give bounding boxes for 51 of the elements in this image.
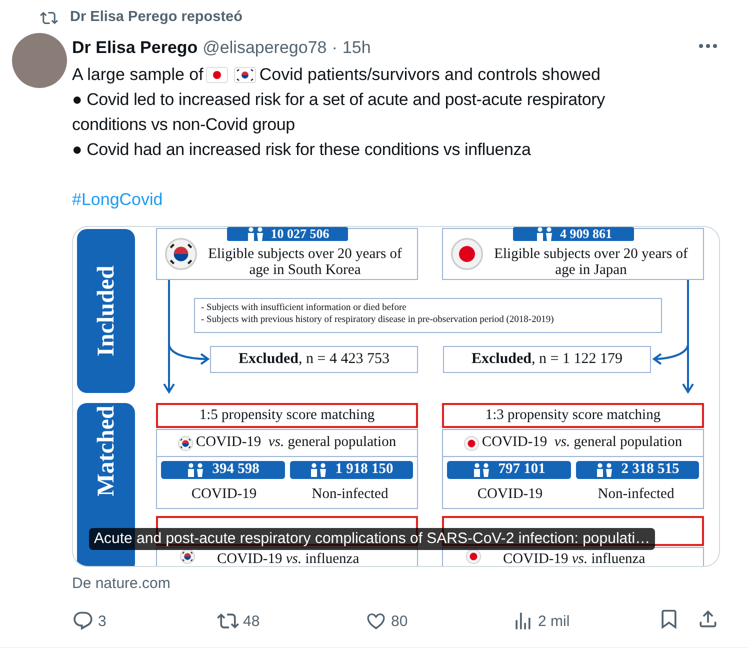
post-time[interactable]: 15h: [342, 35, 371, 60]
repost-button[interactable]: 48: [217, 608, 260, 634]
share-button[interactable]: [697, 608, 719, 630]
link-card-image[interactable]: [72, 226, 720, 567]
link-title: Acute and post-acute respiratory complications of SARS-CoV-2 infection: populati…: [89, 528, 656, 550]
count-text: 4 909 861: [560, 227, 612, 241]
matching-text: 1:3 propensity score matching: [485, 406, 661, 425]
bullet-text: ● Covid led to increased risk for a set of acute and post-acute respiratory conditions vs non-Covid group: [72, 89, 606, 136]
eligible-text: Eligible subjects over 20 years of age in South Korea: [207, 246, 403, 278]
flag-icon: [464, 436, 479, 450]
criteria-text: - Subjects with previous history of respiratory disease in pre-observation period (2018-2019): [201, 314, 555, 326]
comparison-text: COVID-19 vs. general population: [482, 433, 682, 452]
group-label: Non-infected: [596, 485, 676, 504]
criteria-text: - Subjects with insufficient information or died before: [201, 302, 408, 314]
flag-icon: [234, 66, 256, 82]
reply-icon: [72, 610, 94, 632]
count-text: 2 318 515: [621, 460, 680, 480]
author-handle[interactable]: @elisaperego78: [202, 35, 327, 60]
flag-icon: [451, 238, 483, 270]
comparison-text: COVID-19 vs. influenza: [217, 550, 360, 566]
comparison-text: COVID-19 vs. influenza: [503, 550, 646, 566]
matching-text: 1:5 propensity score matching: [199, 406, 375, 425]
flag-icon: [165, 238, 197, 270]
comparison-text: COVID-19 vs. general population: [196, 433, 396, 452]
separator-dot: ·: [332, 37, 338, 59]
repost-label: Dr Elisa Perego reposteó: [70, 8, 242, 27]
views-button[interactable]: 2 mil: [512, 608, 570, 634]
group-label: COVID-19: [190, 485, 258, 504]
count-text: 1 918 150: [335, 460, 394, 480]
like-button[interactable]: 80: [365, 608, 408, 634]
author-name[interactable]: Dr Elisa Perego: [72, 35, 198, 60]
reply-button[interactable]: 3: [72, 608, 106, 634]
stage-label: Matched: [92, 406, 120, 496]
share-icon: [697, 608, 719, 630]
people-icon: [246, 227, 266, 241]
stage-label: Included: [92, 266, 120, 356]
flag-icon: [178, 436, 193, 450]
excluded-box: Excluded, n = 4 423 753: [210, 346, 418, 373]
link-source[interactable]: De nature.com: [72, 573, 170, 596]
group-label: Non-infected: [310, 485, 390, 504]
count-text: 10 027 506: [270, 227, 330, 241]
bullet-text: ● Covid had an increased risk for these conditions vs influenza: [72, 139, 532, 161]
eligible-text: Eligible subjects over 20 years of age in Japan: [493, 246, 689, 278]
excluded-box: Excluded, n = 1 122 179: [443, 346, 651, 373]
post-text: A large sample of: [72, 64, 204, 86]
count-text: 797 101: [498, 460, 546, 480]
people-icon: [535, 227, 555, 241]
flag-icon: [206, 66, 228, 82]
group-label: COVID-19: [476, 485, 544, 504]
post-text: Covid patients/survivors and controls showed: [259, 64, 600, 86]
count-text: 394 598: [212, 460, 260, 480]
